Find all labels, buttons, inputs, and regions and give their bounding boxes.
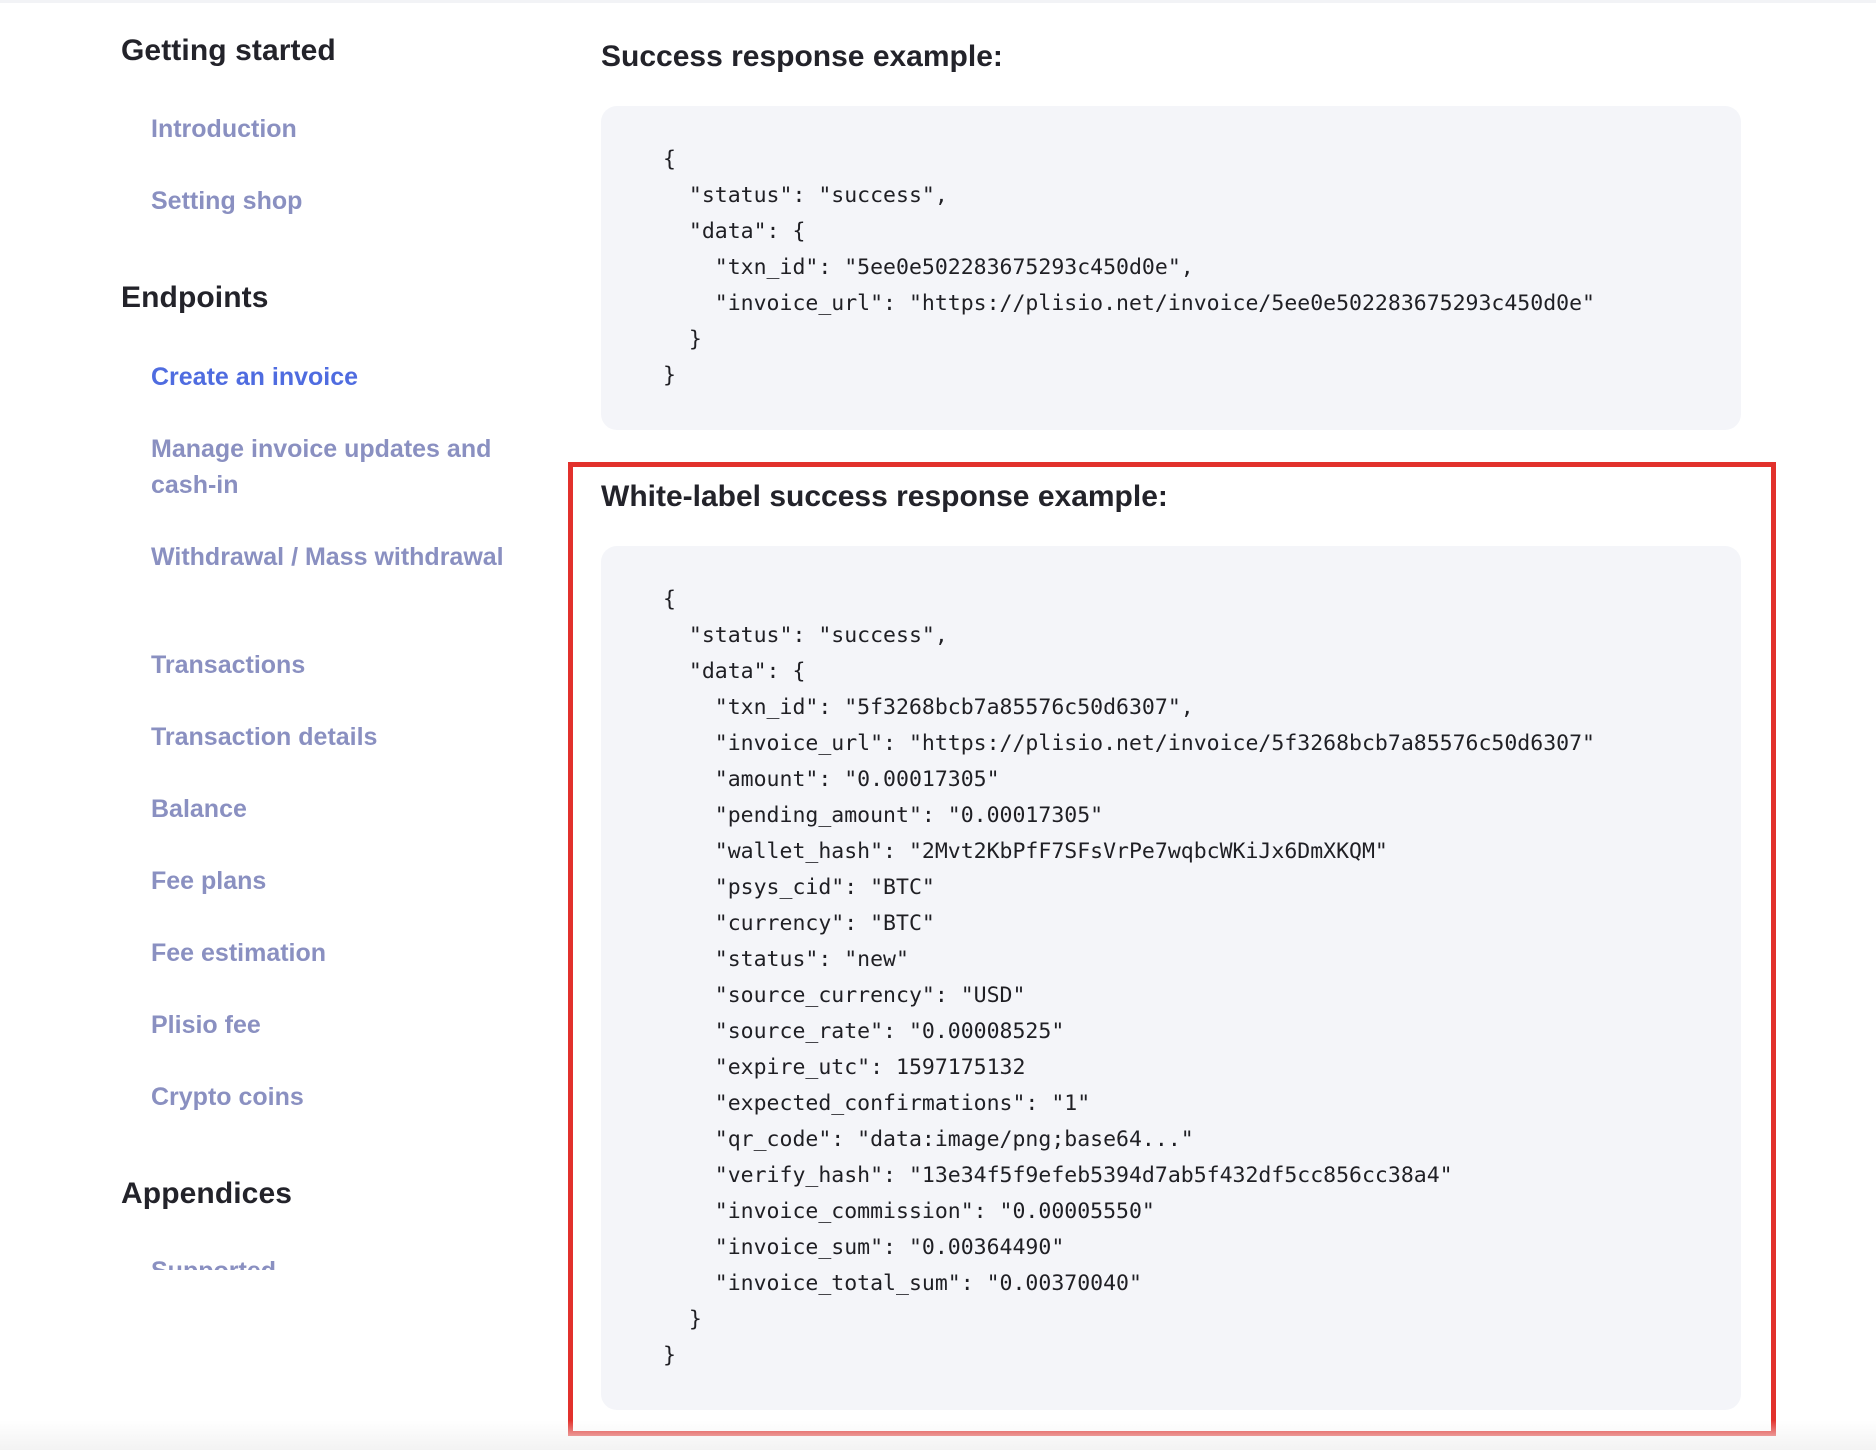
whitelabel-response-heading: White-label success response example:	[601, 480, 1168, 513]
section-title-getting-started: Getting started	[121, 34, 336, 67]
section-title-appendices: Appendices	[121, 1177, 293, 1210]
whitelabel-response-code-block: { "status": "success", "data": { "txn_id…	[601, 546, 1741, 1410]
section-title-endpoints: Endpoints	[121, 281, 269, 314]
success-response-code: { "status": "success", "data": { "txn_id…	[663, 147, 1595, 388]
docs-page: Getting started Introduction Setting sho…	[0, 0, 1876, 1450]
sidebar-item-withdrawal[interactable]: Withdrawal / Mass withdrawal	[151, 539, 511, 575]
sidebar-item-crypto-coins[interactable]: Crypto coins	[151, 1079, 511, 1115]
success-response-code-block: { "status": "success", "data": { "txn_id…	[601, 106, 1741, 430]
sidebar-item-manage-invoice-updates[interactable]: Manage invoice updates and cash-in	[151, 431, 511, 503]
success-response-heading: Success response example:	[601, 40, 1003, 73]
sidebar-item-create-invoice[interactable]: Create an invoice	[151, 359, 511, 395]
sidebar-item-supported[interactable]: Supported	[151, 1253, 511, 1270]
sidebar-item-fee-estimation[interactable]: Fee estimation	[151, 935, 511, 971]
sidebar-item-setting-shop[interactable]: Setting shop	[151, 183, 511, 219]
sidebar-item-plisio-fee[interactable]: Plisio fee	[151, 1007, 511, 1043]
sidebar-item-introduction[interactable]: Introduction	[151, 111, 511, 147]
sidebar-item-balance[interactable]: Balance	[151, 791, 511, 827]
whitelabel-response-code: { "status": "success", "data": { "txn_id…	[663, 587, 1595, 1368]
sidebar-nav: Getting started Introduction Setting sho…	[121, 34, 541, 1270]
top-border	[0, 0, 1876, 3]
sidebar-item-fee-plans[interactable]: Fee plans	[151, 863, 511, 899]
sidebar-item-transaction-details[interactable]: Transaction details	[151, 719, 511, 755]
sidebar-item-transactions[interactable]: Transactions	[151, 647, 511, 683]
